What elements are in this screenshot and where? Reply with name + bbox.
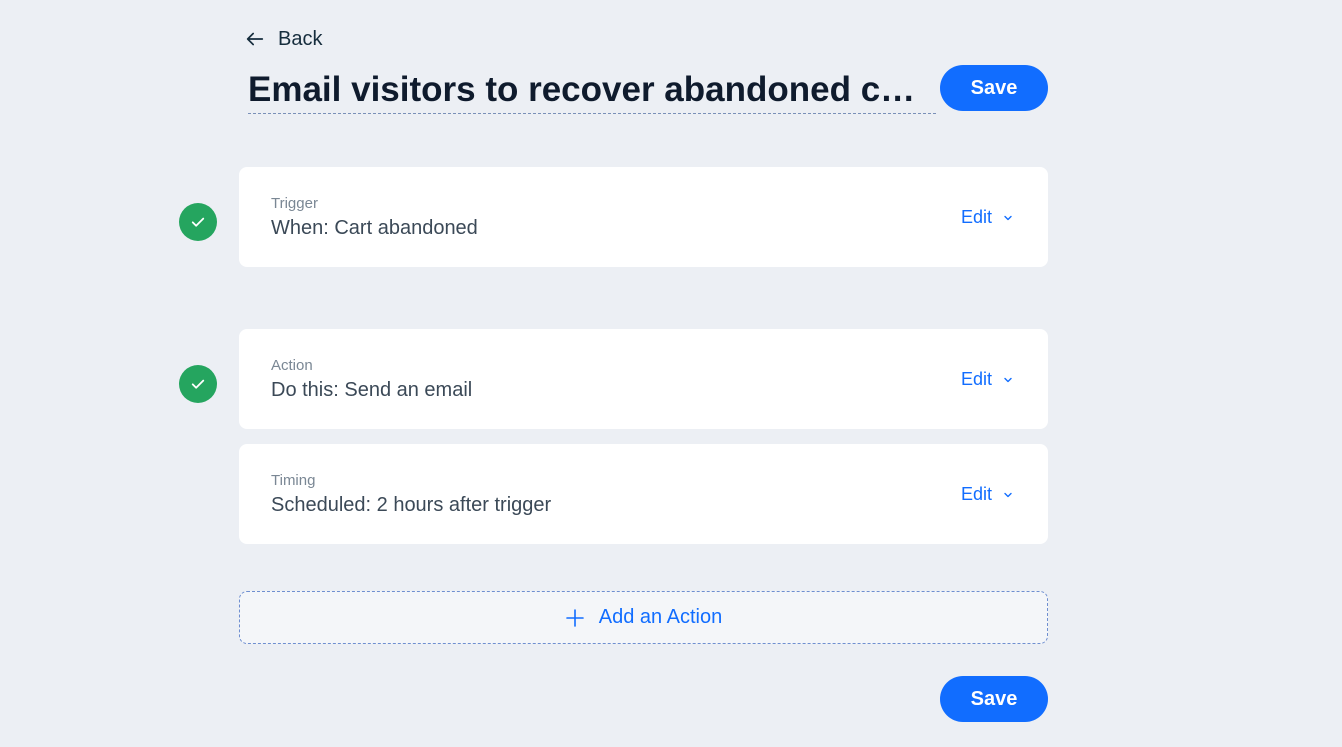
action-complete-check <box>179 365 217 403</box>
save-button-top[interactable]: Save <box>940 65 1048 111</box>
trigger-value: When: Cart abandoned <box>271 217 478 239</box>
page-title: Email visitors to recover abandoned c… <box>248 70 916 109</box>
back-link[interactable]: Back <box>244 26 322 52</box>
trigger-edit-button[interactable]: Edit <box>961 207 1014 228</box>
edit-label: Edit <box>960 207 992 227</box>
add-action-button[interactable]: Add an Action <box>239 591 1048 644</box>
chevron-down-icon <box>1004 492 1012 497</box>
timing-card: Timing Scheduled: 2 hours after trigger … <box>239 444 1048 544</box>
save-button-bottom[interactable]: Save <box>940 676 1048 722</box>
trigger-label: Trigger <box>271 195 318 212</box>
back-label: Back <box>278 27 323 50</box>
title-field[interactable]: Email visitors to recover abandoned c… <box>248 66 936 114</box>
timing-label: Timing <box>271 472 316 489</box>
trigger-complete-check <box>179 203 217 241</box>
timing-edit-button[interactable]: Edit <box>961 484 1014 505</box>
trigger-card: Trigger When: Cart abandoned Edit <box>239 167 1048 267</box>
edit-label: Edit <box>960 484 992 504</box>
chevron-down-icon <box>1004 215 1012 220</box>
plus-icon <box>565 608 584 627</box>
arrow-left-icon <box>246 32 264 46</box>
action-card: Action Do this: Send an email Edit <box>239 329 1048 429</box>
check-icon <box>191 217 205 227</box>
action-edit-button[interactable]: Edit <box>961 369 1014 390</box>
check-icon <box>191 379 205 389</box>
automation-editor: Back Email visitors to recover abandoned… <box>0 0 1342 747</box>
edit-label: Edit <box>960 369 992 389</box>
action-value: Do this: Send an email <box>271 379 473 401</box>
timing-value: Scheduled: 2 hours after trigger <box>271 494 552 516</box>
action-label: Action <box>271 357 313 374</box>
chevron-down-icon <box>1004 377 1012 382</box>
add-action-label: Add an Action <box>598 606 723 628</box>
